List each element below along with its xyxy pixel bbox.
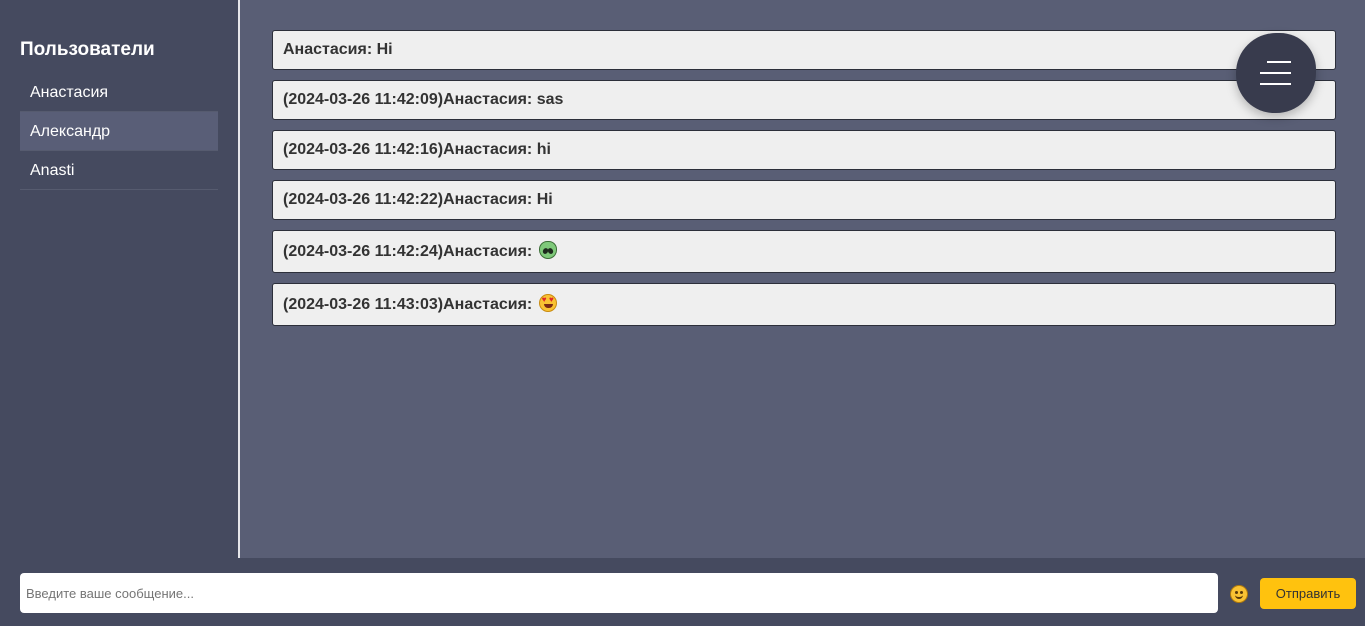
message-text: (2024-03-26 11:42:24)Анастасия: <box>283 243 537 260</box>
user-item-aleksandr[interactable]: Александр <box>20 112 218 151</box>
chat-app: Пользователи Анастасия Александр Anasti … <box>0 0 1365 626</box>
chat-messages: Анастасия: Hi (2024-03-26 11:42:09)Анаст… <box>242 0 1365 558</box>
send-button[interactable]: Отправить <box>1260 578 1356 609</box>
hamburger-menu-icon-bar <box>1260 83 1291 85</box>
message: (2024-03-26 11:43:03)Анастасия: <box>272 283 1336 326</box>
message-text: (2024-03-26 11:43:03)Анастасия: <box>283 296 537 313</box>
user-list: Анастасия Александр Anasti <box>20 73 218 190</box>
user-item-anasti[interactable]: Anasti <box>20 151 218 190</box>
message: (2024-03-26 11:42:22)Анастасия: Hi <box>272 180 1336 220</box>
composer-bar: Отправить <box>0 558 1365 626</box>
message-text: (2024-03-26 11:42:09)Анастасия: sas <box>283 91 564 108</box>
user-item-anastasia[interactable]: Анастасия <box>20 73 218 112</box>
menu-button[interactable] <box>1236 33 1316 113</box>
message: (2024-03-26 11:42:09)Анастасия: sas <box>272 80 1336 120</box>
users-sidebar: Пользователи Анастасия Александр Anasti <box>0 0 240 558</box>
heart-eyes-emoji-icon <box>538 294 557 312</box>
sidebar-title: Пользователи <box>20 39 155 60</box>
message-input[interactable] <box>20 573 1218 613</box>
hamburger-menu-icon-bar <box>1260 72 1291 74</box>
message-text: (2024-03-26 11:42:22)Анастасия: Hi <box>283 191 553 208</box>
message: (2024-03-26 11:42:24)Анастасия: <box>272 230 1336 273</box>
hamburger-menu-icon <box>1267 61 1291 63</box>
message: Анастасия: Hi <box>272 30 1336 70</box>
message-text: (2024-03-26 11:42:16)Анастасия: hi <box>283 141 551 158</box>
alien-emoji-icon <box>538 241 557 259</box>
smiley-icon[interactable] <box>1230 585 1248 603</box>
message: (2024-03-26 11:42:16)Анастасия: hi <box>272 130 1336 170</box>
message-text: Анастасия: Hi <box>283 41 393 58</box>
